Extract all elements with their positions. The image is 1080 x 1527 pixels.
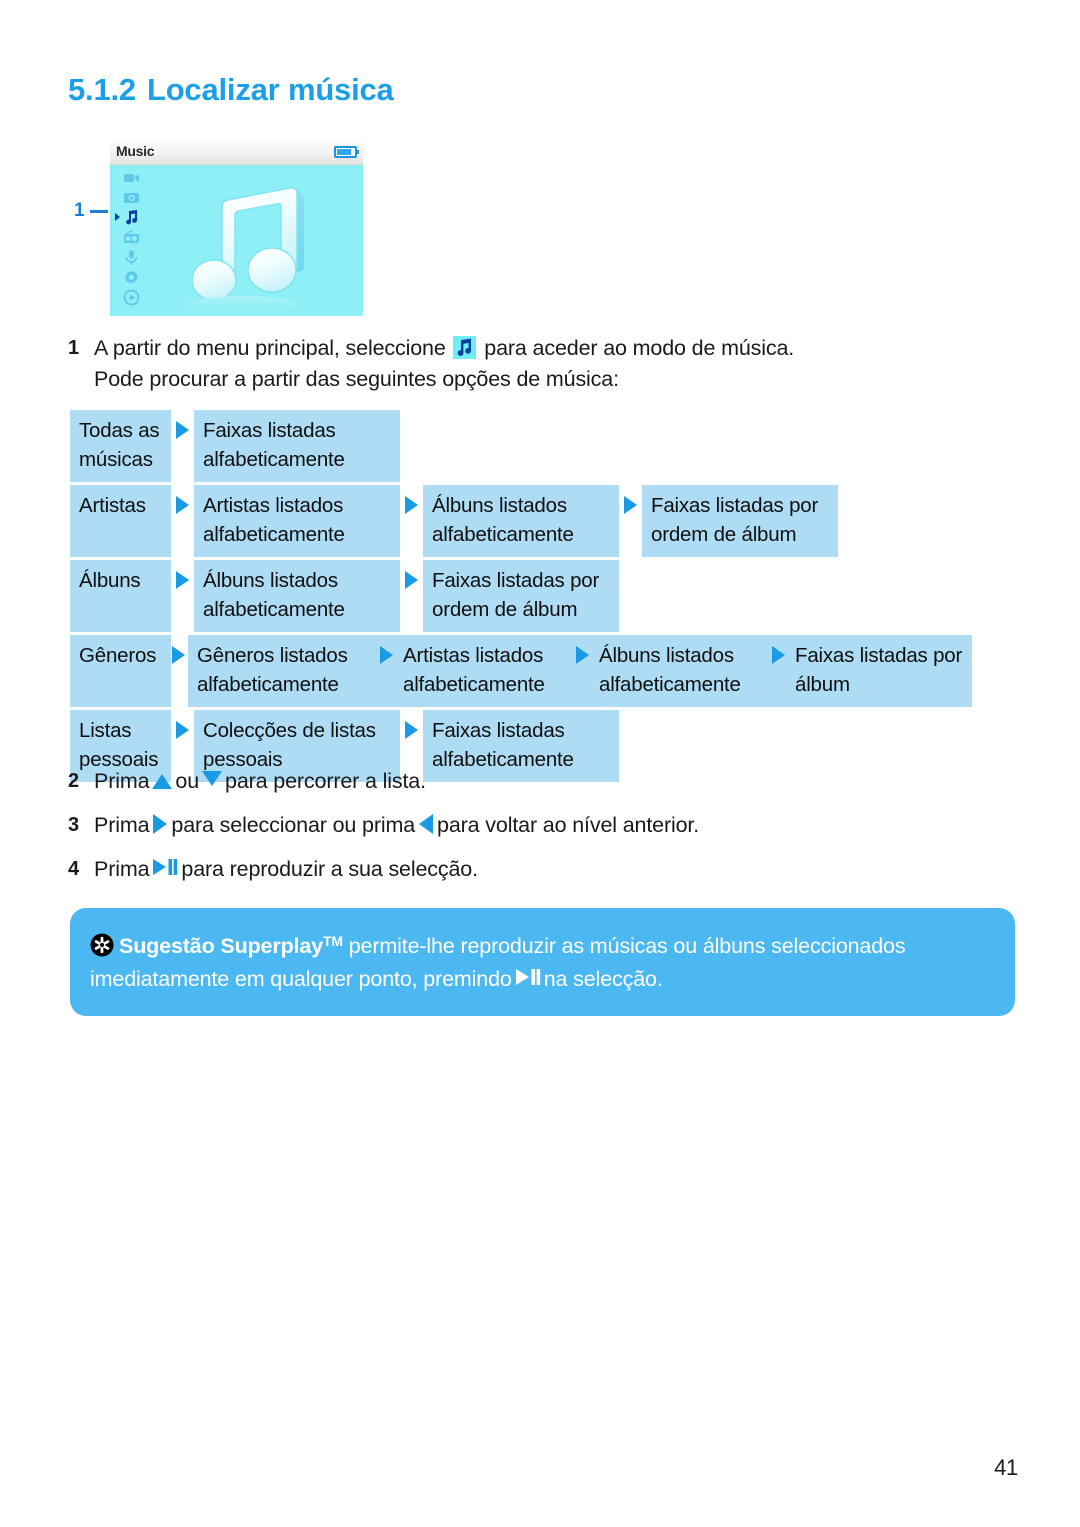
asterisk-star-icon [90,933,114,957]
flow-arrow-icon [619,485,642,557]
flow-cell: Gêneros [70,635,171,707]
play-circle-icon [123,289,140,306]
flow-arrow-icon [171,635,188,707]
step-4-part2: para reproduzir a sua selecção. [181,857,478,881]
step-2-part3: para percorrer a lista. [225,769,426,793]
tip-label: Sugestão Superplay [119,934,323,958]
flow-cell: Faixas listadas por ordem de álbum [642,485,838,557]
tip-box: Sugestão SuperplayTM permite-lhe reprodu… [70,908,1015,1016]
step-text: A partir do menu principal, seleccione p… [94,333,998,395]
callout-leader-line [89,209,108,213]
device-screen-title: Music [116,143,155,159]
section-number: 5.1.2 [68,72,136,107]
step-2: 2 Prima ou para percorrer a lista. [68,766,968,797]
step-text: Prima para reproduzir a sua selecção. [94,854,968,885]
page-title: 5.1.2 Localizar música [68,72,394,108]
step-1-line2: Pode procurar a partir das seguintes opç… [94,367,619,391]
section-title: Localizar música [146,72,394,107]
step-text: Prima para seleccionar ou prima para volta… [94,810,968,841]
step-number: 2 [68,770,79,792]
flow-cell: Álbuns listados alfabeticamente [194,560,400,632]
step-3-part1: Prima [94,813,150,837]
step-number: 4 [68,858,79,880]
music-note-icon [453,336,477,359]
step-1-text-before: A partir do menu principal, seleccione [94,336,446,360]
step-text: Prima ou para percorrer a lista. [94,766,968,797]
arrow-right-icon [153,814,168,834]
flow-arrow-icon [171,485,194,557]
flow-cell: Álbuns listados alfabeticamente [423,485,619,557]
flow-cell: Faixas listadas por álbum [786,635,972,707]
music-note-3d-icon [162,175,347,315]
flow-cell: Artistas listados alfabeticamente [194,485,400,557]
tip-text-end: na selecção. [543,967,663,991]
callout-1: 1 [74,200,108,222]
arrow-left-icon [419,814,434,834]
device-titlebar: Music [110,140,363,165]
play-pause-icon [515,963,541,985]
music-browse-flow-diagram: Todas as músicas Faixas listadas alfabet… [70,410,972,785]
flow-row: Álbuns Álbuns listados alfabeticamente F… [70,560,972,632]
flow-arrow-icon [171,410,194,482]
flow-cell: Álbuns [70,560,171,632]
arrow-up-icon [152,774,173,789]
device-screen [110,165,363,316]
tip-trademark: TM [323,933,343,949]
manual-page: 5.1.2 Localizar música Music 1 1 A parti… [0,0,1080,1527]
arrow-down-icon [202,771,223,786]
play-pause-icon [152,854,178,875]
battery-icon [334,146,359,158]
flow-cell: Álbuns listados alfabeticamente [590,635,786,707]
step-3-part2: para seleccionar ou prima [171,813,416,837]
step-number: 1 [68,337,79,359]
step-4: 4 Prima para reproduzir a sua selecção. [68,854,968,885]
step-4-part1: Prima [94,857,150,881]
step-1-text-after: para aceder ao modo de música. [484,336,795,360]
step-2-part1: Prima [94,769,150,793]
settings-gear-icon [123,269,140,286]
flow-cell: Faixas listadas alfabeticamente [194,410,400,482]
flow-cell: Artistas [70,485,171,557]
page-number: 41 [994,1455,1018,1480]
step-number: 3 [68,814,79,836]
radio-icon [123,229,140,246]
flow-arrow-icon [171,560,194,632]
flow-arrow-icon [400,560,423,632]
microphone-icon [123,249,140,266]
flow-cell: Faixas listadas por ordem de álbum [423,560,619,632]
step-3-part3: para voltar ao nível anterior. [437,813,700,837]
flow-cell: Gêneros listados alfabeticamente [188,635,394,707]
flow-cell: Todas as músicas [70,410,171,482]
device-sidebar [110,165,152,316]
step-2-part2: ou [175,769,200,793]
flow-row: Gêneros Gêneros listados alfabeticamente… [70,635,972,707]
callout-number: 1 [74,200,85,221]
device-screenshot: Music [110,140,363,316]
flow-row: Todas as músicas Faixas listadas alfabet… [70,410,972,482]
flow-arrow-icon [400,485,423,557]
step-1: 1 A partir do menu principal, seleccione… [68,333,998,395]
video-camera-icon [123,169,140,186]
step-3: 3 Prima para seleccionar ou prima para vol… [68,810,968,841]
photo-camera-icon [123,189,140,206]
music-note-icon [114,209,140,226]
flow-cell: Artistas listados alfabeticamente [394,635,590,707]
flow-row: Artistas Artistas listados alfabeticamen… [70,485,972,557]
